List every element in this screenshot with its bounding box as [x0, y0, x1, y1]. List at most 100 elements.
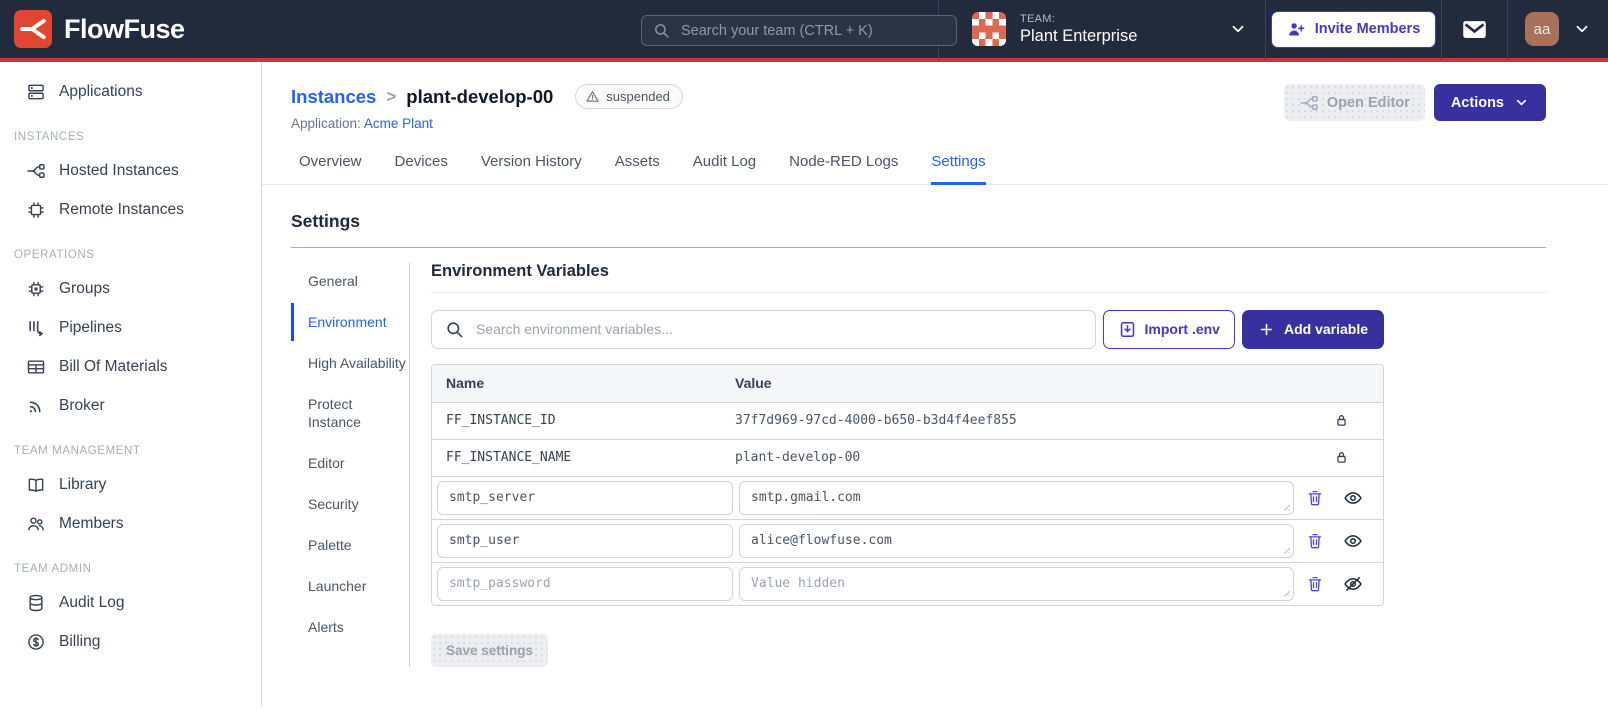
- sidebar-section-team-admin: TEAM ADMIN: [14, 563, 92, 575]
- sidebar: Applications INSTANCES Hosted Instances …: [0, 62, 262, 706]
- notifications-button[interactable]: [1461, 16, 1488, 43]
- sidebar-item-applications[interactable]: Applications: [0, 72, 261, 111]
- top-header: FlowFuse TEAM: Plant Enterprise: [0, 0, 1608, 62]
- sidebar-item-members[interactable]: Members: [0, 504, 261, 543]
- delete-variable-button[interactable]: [1306, 532, 1324, 550]
- save-settings-button[interactable]: Save settings: [431, 633, 549, 667]
- settings-nav-alerts[interactable]: Alerts: [291, 608, 409, 646]
- tab-overview[interactable]: Overview: [299, 147, 362, 185]
- settings-nav-editor[interactable]: Editor: [291, 444, 409, 482]
- team-label: TEAM:: [1020, 12, 1056, 25]
- chip-icon: [26, 200, 46, 220]
- env-search[interactable]: [431, 309, 1096, 349]
- add-variable-label: Add variable: [1283, 321, 1368, 338]
- lock-icon: [1333, 449, 1350, 466]
- flowfuse-home-link[interactable]: FlowFuse: [14, 10, 185, 48]
- import-env-button[interactable]: Import .env: [1102, 309, 1235, 349]
- user-menu[interactable]: aa: [1507, 0, 1608, 60]
- sidebar-item-pipelines[interactable]: Pipelines: [0, 308, 261, 347]
- dollar-circle-icon: [26, 632, 46, 652]
- document-download-icon: [1118, 320, 1137, 339]
- sidebar-item-broker[interactable]: Broker: [0, 386, 261, 425]
- instance-tabs: Overview Devices Version History Assets …: [262, 147, 1608, 185]
- sidebar-item-label: Members: [59, 514, 124, 532]
- env-name-input[interactable]: [437, 523, 733, 558]
- sidebar-item-label: Bill Of Materials: [59, 357, 168, 375]
- team-avatar: [972, 12, 1006, 46]
- tab-settings[interactable]: Settings: [931, 147, 986, 185]
- breadcrumb-instances-link[interactable]: Instances: [291, 86, 376, 108]
- sidebar-item-audit-log[interactable]: Audit Log: [0, 583, 261, 622]
- sidebar-section-operations: OPERATIONS: [14, 249, 95, 261]
- actions-label: Actions: [1450, 94, 1504, 111]
- team-name: Plant Enterprise: [1020, 26, 1138, 45]
- env-row-editable: [432, 518, 1383, 562]
- delete-variable-button[interactable]: [1306, 489, 1324, 507]
- warning-icon: [585, 89, 600, 104]
- database-icon: [26, 593, 46, 613]
- team-search-input[interactable]: [679, 21, 945, 40]
- settings-nav-palette[interactable]: Palette: [291, 526, 409, 564]
- show-value-button[interactable]: [1343, 488, 1363, 508]
- env-value-input[interactable]: [739, 523, 1294, 558]
- status-badge: suspended: [575, 84, 683, 109]
- sidebar-item-label: Pipelines: [59, 318, 122, 336]
- env-value: 37f7d969-97cd-4000-b650-b3d4f4eef855: [735, 413, 1017, 429]
- divider: [291, 246, 1546, 248]
- show-value-button[interactable]: [1343, 531, 1363, 551]
- env-search-input[interactable]: [474, 320, 1082, 339]
- team-selector[interactable]: TEAM: Plant Enterprise: [938, 0, 1265, 60]
- env-row-editable: [432, 475, 1383, 519]
- lock-icon: [1333, 412, 1350, 429]
- invite-members-button[interactable]: Invite Members: [1270, 10, 1437, 48]
- settings-nav-protect-instance[interactable]: Protect Instance: [291, 385, 409, 441]
- delete-variable-button[interactable]: [1306, 575, 1324, 593]
- application-link[interactable]: Acme Plant: [364, 116, 433, 131]
- actions-button[interactable]: Actions: [1433, 84, 1546, 121]
- book-icon: [26, 475, 46, 495]
- settings-nav-security[interactable]: Security: [291, 485, 409, 523]
- user-avatar: aa: [1525, 12, 1559, 46]
- tab-version-history[interactable]: Version History: [481, 147, 582, 185]
- application-label: Application:: [291, 116, 361, 131]
- tab-audit-log[interactable]: Audit Log: [693, 147, 756, 185]
- settings-nav-launcher[interactable]: Launcher: [291, 567, 409, 605]
- tab-node-red-logs[interactable]: Node-RED Logs: [789, 147, 898, 185]
- settings-nav-environment[interactable]: Environment: [291, 302, 409, 341]
- tab-devices[interactable]: Devices: [395, 147, 448, 185]
- sidebar-item-label: Groups: [59, 279, 110, 297]
- sidebar-item-remote-instances[interactable]: Remote Instances: [0, 190, 261, 229]
- settings-heading: Settings: [291, 211, 361, 231]
- sidebar-item-billing[interactable]: Billing: [0, 622, 261, 661]
- branch-icon: [26, 161, 46, 181]
- env-value-input[interactable]: [739, 480, 1294, 515]
- env-name-input[interactable]: [437, 480, 733, 515]
- env-variables-table: Name Value FF_INSTANCE_ID 37f7d969-97cd-…: [431, 363, 1384, 606]
- sidebar-item-label: Broker: [59, 396, 105, 414]
- env-name: FF_INSTANCE_ID: [446, 413, 556, 429]
- sidebar-item-groups[interactable]: Groups: [0, 269, 261, 308]
- import-env-label: Import .env: [1144, 321, 1220, 338]
- search-icon: [653, 22, 670, 39]
- branch-icon: [1299, 93, 1319, 113]
- tab-assets[interactable]: Assets: [615, 147, 660, 185]
- sidebar-section-instances: INSTANCES: [14, 131, 85, 143]
- sidebar-item-library[interactable]: Library: [0, 465, 261, 504]
- add-variable-button[interactable]: Add variable: [1241, 309, 1384, 349]
- settings-nav-high-availability[interactable]: High Availability: [291, 344, 409, 382]
- sidebar-item-hosted-instances[interactable]: Hosted Instances: [0, 151, 261, 190]
- env-name-input[interactable]: [437, 566, 733, 601]
- chevron-down-icon: [1514, 95, 1529, 110]
- team-search[interactable]: [641, 15, 957, 46]
- hide-value-button[interactable]: [1343, 574, 1363, 594]
- env-row-editable: [432, 561, 1383, 605]
- sidebar-item-bill-of-materials[interactable]: Bill Of Materials: [0, 347, 261, 386]
- pipelines-icon: [26, 318, 46, 338]
- settings-nav-general[interactable]: General: [291, 262, 409, 300]
- table-header: Name Value: [432, 364, 1383, 402]
- people-icon: [26, 514, 46, 534]
- env-variables-heading: Environment Variables: [431, 262, 1546, 293]
- sidebar-item-label: Applications: [59, 82, 143, 100]
- env-value-input[interactable]: [739, 566, 1294, 601]
- open-editor-button[interactable]: Open Editor: [1283, 84, 1425, 121]
